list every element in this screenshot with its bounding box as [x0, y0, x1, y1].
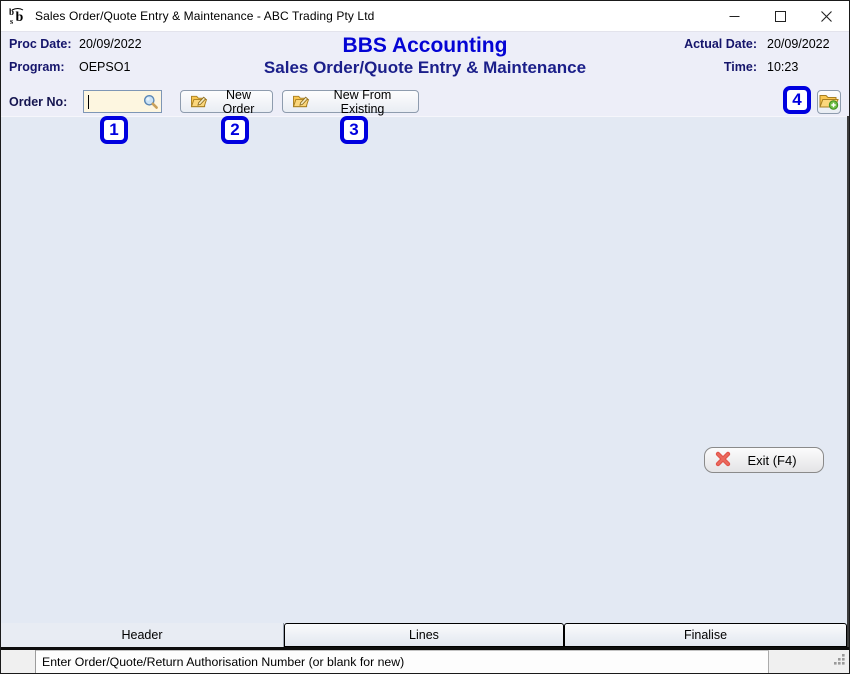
app-window: b s b Sales Order/Quote Entry & Maintena…: [0, 0, 850, 674]
title-bar: b s b Sales Order/Quote Entry & Maintena…: [1, 1, 849, 32]
status-bar-left-cell: [1, 650, 36, 673]
window-controls: [711, 1, 849, 31]
annotation-badge-1: 1: [100, 116, 128, 144]
header-right-block: Actual Date: 20/09/2022 Time: 10:23: [684, 37, 839, 74]
folder-plus-icon: [819, 92, 839, 113]
bbs-logo-icon: b s b: [9, 7, 27, 25]
tab-header-label: Header: [122, 628, 163, 642]
text-caret: [88, 95, 89, 109]
annotation-badge-3: 3: [340, 116, 368, 144]
tab-finalise[interactable]: Finalise: [564, 623, 847, 647]
close-icon: [821, 11, 832, 22]
tab-finalise-label: Finalise: [684, 628, 727, 642]
time-value: 10:23: [767, 60, 839, 74]
svg-text:b: b: [9, 7, 14, 17]
resize-grip-icon[interactable]: [832, 652, 846, 671]
status-bar-right-cell: [769, 650, 849, 673]
order-no-field: [83, 90, 162, 113]
svg-text:b: b: [16, 10, 24, 25]
magnifier-icon[interactable]: [143, 94, 159, 110]
annotation-badge-4: 4: [783, 86, 811, 114]
window-title: Sales Order/Quote Entry & Maintenance - …: [35, 9, 374, 23]
red-cross-icon: [715, 451, 731, 470]
exit-button-label: Exit (F4): [731, 453, 813, 468]
content-area: Exit (F4): [1, 116, 847, 623]
status-bar: Enter Order/Quote/Return Authorisation N…: [1, 650, 849, 673]
folder-edit-icon: [292, 93, 310, 111]
open-existing-button[interactable]: [817, 90, 841, 114]
time-label: Time:: [684, 60, 757, 74]
new-order-button[interactable]: New Order: [180, 90, 273, 113]
annotation-badge-2: 2: [221, 116, 249, 144]
actual-date-value: 20/09/2022: [767, 37, 839, 51]
new-order-label: New Order: [214, 88, 263, 116]
order-no-label: Order No:: [9, 95, 67, 109]
tab-lines[interactable]: Lines: [284, 623, 564, 647]
minimize-button[interactable]: [711, 1, 757, 31]
tab-lines-label: Lines: [409, 628, 439, 642]
minimize-icon: [729, 11, 740, 22]
maximize-icon: [775, 11, 786, 22]
tab-header[interactable]: Header: [1, 623, 284, 647]
new-from-existing-button[interactable]: New From Existing: [282, 90, 419, 113]
main-panel: Exit (F4) Header Lines Finalise: [1, 116, 849, 647]
folder-edit-icon: [190, 93, 208, 111]
exit-button[interactable]: Exit (F4): [704, 447, 824, 473]
status-message: Enter Order/Quote/Return Authorisation N…: [36, 650, 769, 673]
bottom-tabs: Header Lines Finalise: [1, 623, 847, 647]
maximize-button[interactable]: [757, 1, 803, 31]
order-no-input[interactable]: [84, 95, 143, 109]
svg-text:s: s: [10, 17, 13, 25]
new-from-existing-label: New From Existing: [316, 88, 409, 116]
toolbar: Order No: New Order: [1, 88, 849, 116]
actual-date-label: Actual Date:: [684, 37, 757, 51]
header-panel: Proc Date: 20/09/2022 Program: OEPSO1 BB…: [1, 32, 849, 88]
close-button[interactable]: [803, 1, 849, 31]
